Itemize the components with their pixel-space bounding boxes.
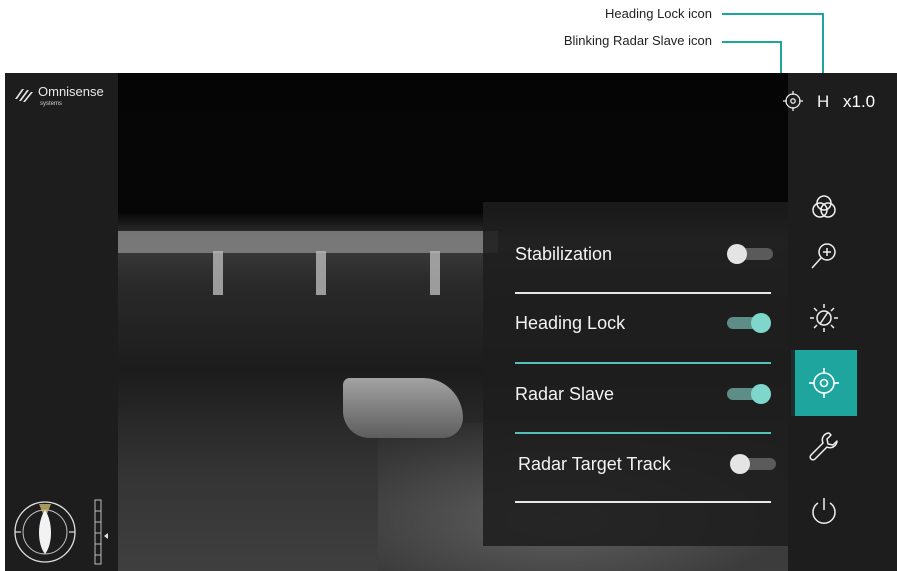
left-strip <box>5 73 118 571</box>
zoom-level: x1.0 <box>843 92 876 111</box>
crosshair-icon <box>809 368 839 398</box>
setting-row-heading-lock: Heading Lock <box>515 305 773 341</box>
bridge-pillar <box>316 251 326 295</box>
divider <box>515 362 771 364</box>
stabilization-toggle[interactable] <box>727 244 773 264</box>
setting-label: Heading Lock <box>515 312 626 333</box>
divider <box>515 292 771 294</box>
elevation-scale-icon <box>94 499 108 565</box>
setting-label: Stabilization <box>515 243 613 264</box>
device-screen: Omnisense systems H x1.0 Stabilization H… <box>5 73 897 571</box>
brightness-contrast-button[interactable] <box>791 285 857 351</box>
annotation-heading-lock: Heading Lock icon <box>605 6 712 21</box>
brightness-contrast-icon <box>810 304 838 332</box>
color-palette-icon <box>812 195 836 218</box>
setting-row-radar-target-track: Radar Target Track <box>518 446 776 482</box>
power-icon <box>812 498 836 524</box>
bridge-pillar <box>213 251 223 295</box>
boat-shape <box>343 378 463 438</box>
brand-logo: Omnisense systems <box>14 83 104 107</box>
target-tracking-button[interactable] <box>791 350 857 416</box>
setting-label: Radar Target Track <box>518 453 671 474</box>
setting-label: Radar Slave <box>515 383 615 404</box>
bridge-pillar <box>430 251 440 295</box>
compass-icon <box>14 501 76 563</box>
heading-lock-toggle[interactable] <box>727 313 773 333</box>
brand-sub: systems <box>40 101 63 107</box>
setting-row-stabilization: Stabilization <box>515 236 773 272</box>
tracking-settings-panel: Stabilization Heading Lock Radar Slave R… <box>483 202 795 546</box>
zoom-in-button[interactable] <box>791 223 857 289</box>
radar-slave-icon <box>783 91 803 111</box>
bridge-shape <box>118 231 498 253</box>
annotation-radar-slave: Blinking Radar Slave icon <box>563 33 712 48</box>
omnisense-logo-icon <box>15 89 33 102</box>
heading-lock-indicator: H <box>817 92 830 111</box>
zoom-in-icon <box>811 243 836 269</box>
wrench-icon <box>809 432 838 461</box>
divider <box>515 501 771 503</box>
settings-button[interactable] <box>791 413 857 479</box>
radar-target-track-toggle[interactable] <box>730 454 776 474</box>
power-button[interactable] <box>791 478 857 544</box>
divider <box>515 432 771 434</box>
radar-slave-toggle[interactable] <box>727 384 773 404</box>
brand-name: Omnisense <box>38 84 104 99</box>
setting-row-radar-slave: Radar Slave <box>515 376 773 412</box>
